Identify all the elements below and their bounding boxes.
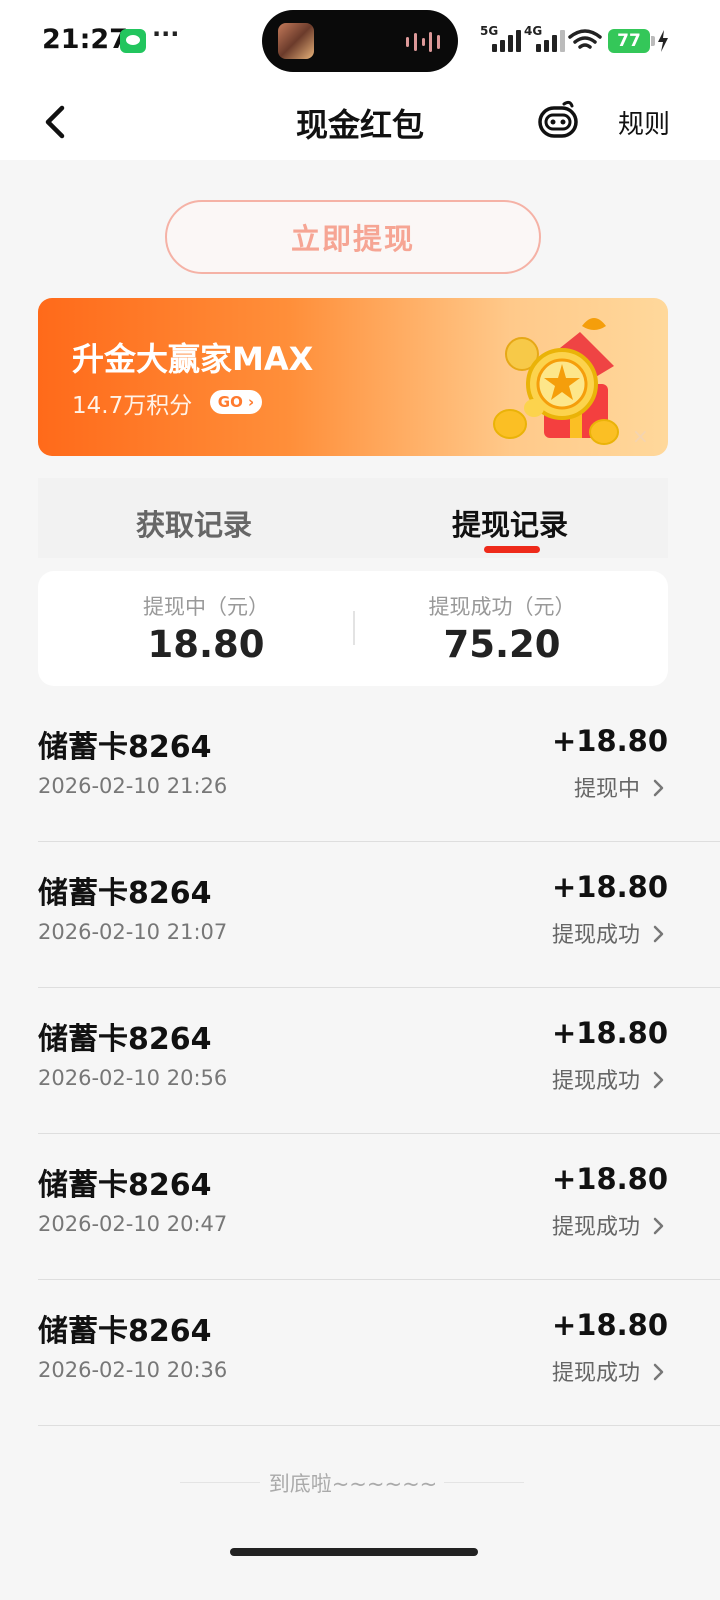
success-label: 提现成功（元） — [428, 595, 576, 619]
record-date: 2026-02-10 20:36 — [38, 1358, 228, 1382]
banner-title: 升金大赢家MAX — [72, 340, 314, 378]
record-row[interactable]: 储蓄卡8264 2026-02-10 20:36 +18.80 提现成功 — [38, 1280, 720, 1426]
record-amount: +18.80 — [551, 870, 668, 904]
withdraw-summary-card: 提现中（元） 18.80 提现成功（元） 75.20 — [38, 571, 668, 686]
withdraw-now-button[interactable]: 立即提现 — [165, 200, 541, 274]
more-notifications-icon: ··· — [152, 20, 180, 48]
banner-go-button[interactable]: GO › — [210, 390, 262, 414]
music-cover-icon — [278, 23, 314, 59]
signal-4g-icon — [536, 30, 566, 52]
pending-label: 提现中（元） — [143, 595, 269, 619]
record-card-name: 储蓄卡8264 — [38, 1022, 212, 1057]
status-bar: 21:27 ··· 5G 4G 77 — [0, 0, 720, 84]
record-status: 提现成功 — [551, 1361, 640, 1386]
customer-service-robot-icon[interactable] — [536, 98, 580, 142]
record-card-name: 储蓄卡8264 — [38, 1314, 212, 1349]
signal-5g-icon — [492, 30, 522, 52]
record-date: 2026-02-10 21:26 — [38, 774, 228, 798]
chevron-right-icon — [653, 1217, 664, 1235]
record-row[interactable]: 储蓄卡8264 2026-02-10 21:07 +18.80 提现成功 — [38, 842, 720, 988]
record-status: 提现成功 — [551, 1069, 640, 1094]
success-amount: 75.20 — [443, 623, 561, 666]
record-status: 提现成功 — [551, 1215, 640, 1240]
chevron-right-icon — [653, 1363, 664, 1381]
home-indicator[interactable] — [230, 1548, 478, 1556]
wifi-icon — [568, 29, 602, 49]
record-tabs: 获取记录 提现记录 — [38, 478, 668, 558]
rules-link[interactable]: 规则 — [618, 104, 670, 141]
record-card-name: 储蓄卡8264 — [38, 730, 212, 765]
chevron-right-icon — [653, 925, 664, 943]
banner-points: 14.7万积分 — [72, 393, 193, 419]
dynamic-island[interactable] — [262, 10, 458, 72]
battery-level: 77 — [608, 29, 650, 53]
gift-box-coins-icon — [493, 318, 619, 445]
chevron-right-icon — [653, 1071, 664, 1089]
charging-bolt-icon — [658, 30, 668, 52]
end-of-list-text: 到底啦~~~~~~ — [268, 1472, 438, 1496]
message-notification-icon — [120, 29, 146, 53]
record-row[interactable]: 储蓄卡8264 2026-02-10 20:47 +18.80 提现成功 — [38, 1134, 720, 1280]
record-status: 提现成功 — [551, 923, 640, 948]
audio-wave-icon — [406, 32, 440, 52]
record-date: 2026-02-10 20:47 — [38, 1212, 228, 1236]
chevron-right-icon — [653, 779, 664, 797]
record-row[interactable]: 储蓄卡8264 2026-02-10 20:56 +18.80 提现成功 — [38, 988, 720, 1134]
record-amount: +18.80 — [551, 1308, 668, 1342]
record-date: 2026-02-10 21:07 — [38, 920, 228, 944]
record-date: 2026-02-10 20:56 — [38, 1066, 228, 1090]
banner-close-icon[interactable]: × — [632, 424, 649, 448]
nav-header: 现金红包 规则 — [0, 84, 720, 160]
record-card-name: 储蓄卡8264 — [38, 1168, 212, 1203]
pending-amount: 18.80 — [147, 623, 265, 666]
tab-acquire-records[interactable]: 获取记录 — [136, 502, 252, 544]
record-status: 提现中 — [573, 777, 640, 802]
promo-banner[interactable]: 升金大赢家MAX 14.7万积分 GO › × — [38, 298, 668, 456]
active-tab-indicator — [484, 546, 540, 553]
record-row[interactable]: 储蓄卡8264 2026-02-10 21:26 +18.80 提现中 — [38, 696, 720, 842]
page-title: 现金红包 — [295, 106, 424, 144]
record-amount: +18.80 — [551, 1016, 668, 1050]
battery-cap — [651, 36, 655, 46]
record-amount: +18.80 — [551, 724, 668, 758]
status-time: 21:27 — [42, 24, 128, 55]
end-divider-right — [444, 1482, 524, 1483]
record-amount: +18.80 — [551, 1162, 668, 1196]
tab-withdraw-records[interactable]: 提现记录 — [452, 502, 568, 544]
record-card-name: 储蓄卡8264 — [38, 876, 212, 911]
